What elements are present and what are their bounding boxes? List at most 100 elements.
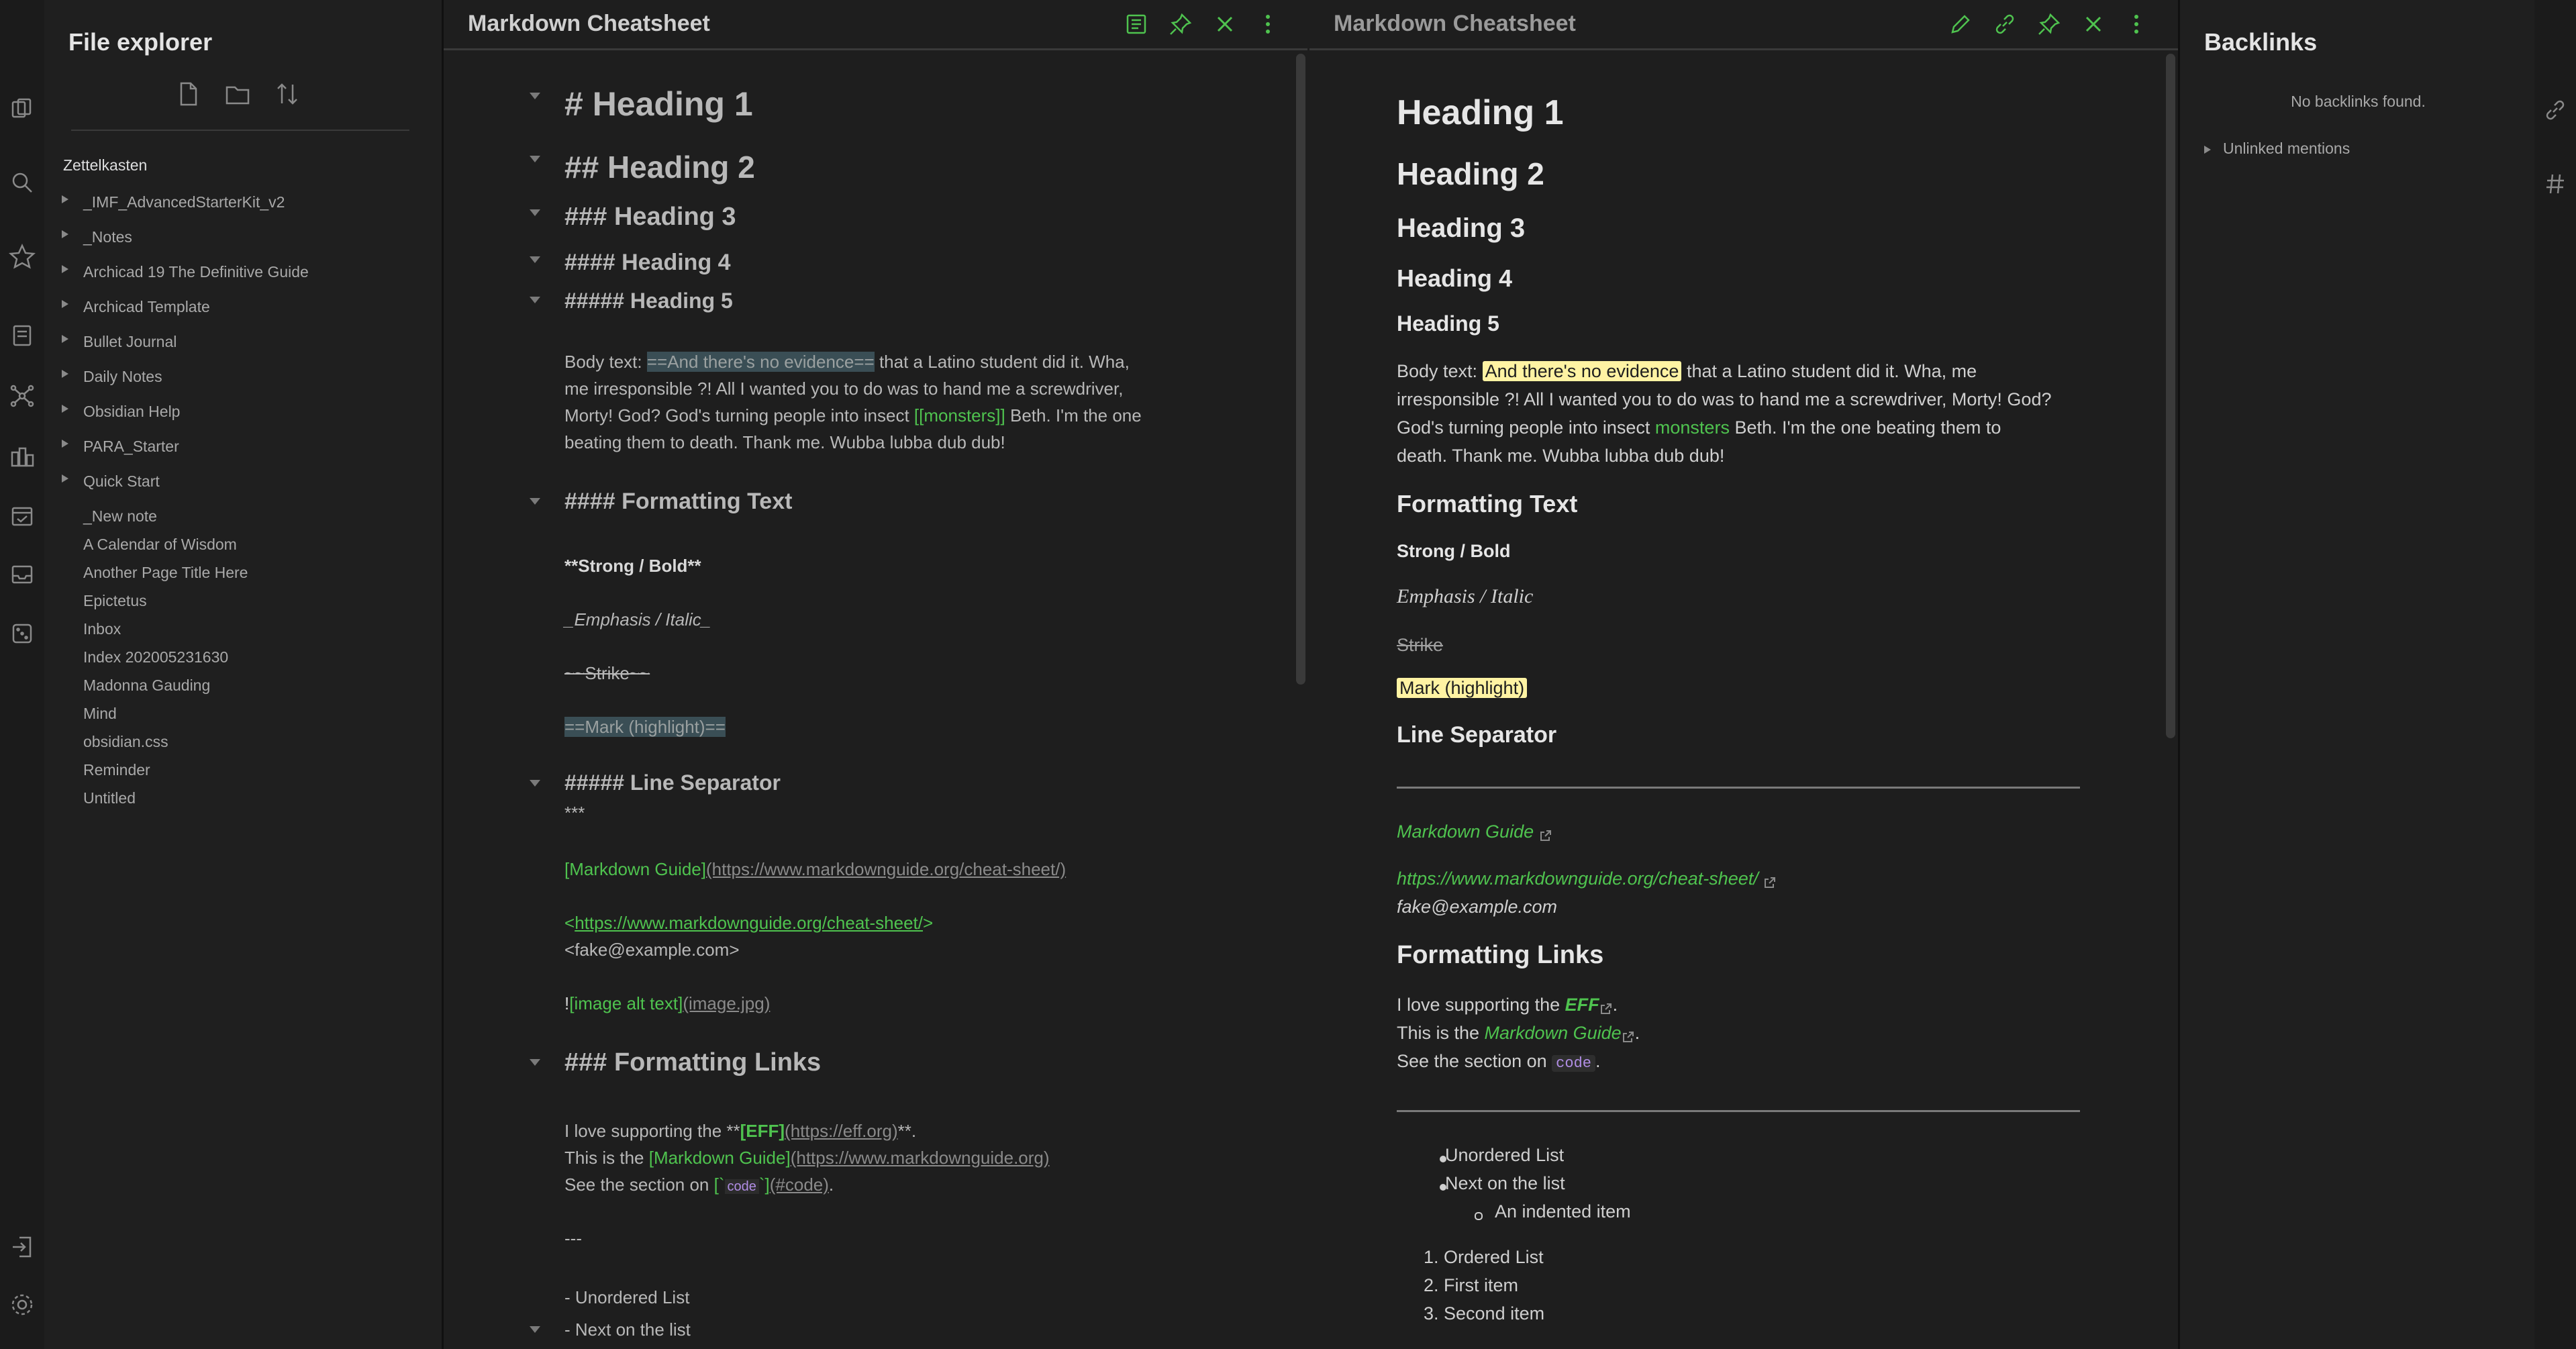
unlinked-mentions-toggle[interactable]: Unlinked mentions xyxy=(2204,140,2350,158)
sort-icon[interactable] xyxy=(273,79,302,109)
file-item[interactable]: Epictetus xyxy=(44,588,420,615)
horizontal-rule xyxy=(1397,787,2080,789)
explorer-divider xyxy=(71,130,409,131)
inbox-icon[interactable] xyxy=(9,561,36,588)
preview-heading-2: Heading 2 xyxy=(1397,156,1544,191)
search-icon[interactable] xyxy=(9,169,36,196)
pin-icon[interactable] xyxy=(2036,11,2063,38)
source-body-line-1: Body text: ==And there's no evidence== t… xyxy=(564,352,1130,372)
fold-arrow-icon[interactable] xyxy=(530,780,540,787)
preview-markdown-link[interactable]: Markdown Guide xyxy=(1397,821,1552,842)
chevron-right-icon xyxy=(2204,145,2211,154)
vault-name[interactable]: Zettelkasten xyxy=(63,156,147,174)
graph-view-icon[interactable] xyxy=(9,383,36,409)
folder-item[interactable]: Archicad 19 The Definitive Guide xyxy=(44,259,420,286)
file-item[interactable]: Another Page Title Here xyxy=(44,560,420,587)
source-strong: **Strong / Bold** xyxy=(564,556,701,576)
file-explorer-panel: File explorer Zettelkasten _IMF_Advanced… xyxy=(44,0,444,1349)
preview-body-line-1: Body text: And there's no evidence that … xyxy=(1397,361,1977,381)
more-options-icon[interactable] xyxy=(2123,11,2150,38)
editor-pane-title: Markdown Cheatsheet xyxy=(468,11,710,36)
source-email[interactable]: <fake@example.com> xyxy=(564,940,740,960)
preview-heading-5: Heading 5 xyxy=(1397,311,1499,336)
editor-header-actions xyxy=(1123,11,1297,38)
chevron-right-icon xyxy=(62,335,68,343)
dice-icon[interactable] xyxy=(9,620,36,647)
settings-gear-icon[interactable] xyxy=(9,1291,36,1318)
preview-love-line: I love supporting the EFF. xyxy=(1397,995,1618,1015)
new-note-icon[interactable] xyxy=(173,79,203,109)
preview-body-line-3: God's turning people into insect monster… xyxy=(1397,417,2001,438)
folder-item[interactable]: Daily Notes xyxy=(44,364,420,391)
reading-view-icon[interactable] xyxy=(1123,11,1150,38)
right-ribbon xyxy=(2534,0,2576,1349)
preview-strike: Strike xyxy=(1397,635,1444,655)
preview-line-separator-heading: Line Separator xyxy=(1397,722,1557,748)
file-item[interactable]: Mind xyxy=(44,701,420,728)
fold-arrow-icon[interactable] xyxy=(530,1326,540,1333)
preview-list-item: Next on the list xyxy=(1445,1173,1565,1193)
kanban-icon[interactable] xyxy=(9,443,36,470)
folder-item[interactable]: Archicad Template xyxy=(44,294,420,321)
folder-item[interactable]: _IMF_AdvancedStarterKit_v2 xyxy=(44,189,420,216)
file-item[interactable]: Reminder xyxy=(44,757,420,784)
file-item[interactable]: Index 202005231630 xyxy=(44,644,420,671)
source-heading-5: ##### Heading 5 xyxy=(564,289,733,313)
file-item[interactable]: Madonna Gauding xyxy=(44,672,420,699)
calendar-icon[interactable] xyxy=(9,502,36,529)
backlinks-panel: Backlinks No backlinks found. Unlinked m… xyxy=(2178,0,2536,1349)
folder-item[interactable]: Obsidian Help xyxy=(44,399,420,426)
fold-arrow-icon[interactable] xyxy=(530,297,540,303)
tags-hash-icon[interactable] xyxy=(2542,170,2569,197)
fold-arrow-icon[interactable] xyxy=(530,93,540,99)
open-quick-switcher-icon[interactable] xyxy=(9,95,36,122)
fold-arrow-icon[interactable] xyxy=(530,209,540,216)
more-options-icon[interactable] xyxy=(1254,11,1281,38)
preview-list-item: Unordered List xyxy=(1445,1145,1565,1165)
edit-pencil-icon[interactable] xyxy=(1947,11,1974,38)
source-formatting-text-heading: #### Formatting Text xyxy=(564,489,793,514)
internal-link[interactable]: monsters xyxy=(1655,417,1730,438)
preview-autolink[interactable]: https://www.markdownguide.org/cheat-shee… xyxy=(1397,868,1777,889)
editor-pane: Markdown Cheatsheet # Heading 1 ## Headi… xyxy=(444,0,1307,1349)
templates-icon[interactable] xyxy=(9,322,36,349)
file-item[interactable]: Untitled xyxy=(44,785,420,812)
file-item[interactable]: _New note xyxy=(44,503,420,530)
source-heading-2: ## Heading 2 xyxy=(564,150,755,185)
fold-arrow-icon[interactable] xyxy=(530,156,540,162)
folder-item[interactable]: Quick Start xyxy=(44,468,420,495)
fold-arrow-icon[interactable] xyxy=(530,498,540,505)
chevron-right-icon xyxy=(62,440,68,448)
file-item[interactable]: obsidian.css xyxy=(44,729,420,756)
pin-icon[interactable] xyxy=(1167,11,1194,38)
new-folder-icon[interactable] xyxy=(223,79,252,109)
file-item[interactable]: Inbox xyxy=(44,616,420,643)
fold-arrow-icon[interactable] xyxy=(530,1059,540,1066)
file-explorer-title: File explorer xyxy=(68,28,213,56)
close-icon[interactable] xyxy=(1211,11,1238,38)
backlinks-link-icon[interactable] xyxy=(2542,97,2569,123)
backlinks-title: Backlinks xyxy=(2204,28,2318,56)
source-list-item: - Next on the list xyxy=(564,1319,691,1340)
source-image: ![image alt text](image.jpg) xyxy=(564,993,771,1013)
preview-formatting-links-heading: Formatting Links xyxy=(1397,941,1604,969)
fold-arrow-icon[interactable] xyxy=(530,256,540,263)
source-line-separator-heading: ##### Line Separator xyxy=(564,770,781,795)
file-item[interactable]: A Calendar of Wisdom xyxy=(44,532,420,558)
preview-ordered-item: 2. First item xyxy=(1424,1275,1519,1295)
internal-link[interactable]: [[monsters]] xyxy=(914,405,1005,426)
link-icon[interactable] xyxy=(1991,11,2018,38)
editor-content[interactable]: # Heading 1 ## Heading 2 ### Heading 3 #… xyxy=(444,48,1307,1349)
source-markdown-link: [Markdown Guide](https://www.markdowngui… xyxy=(564,859,1067,879)
preview-email-link[interactable]: fake@example.com xyxy=(1397,897,1557,917)
open-vault-icon[interactable] xyxy=(9,1234,36,1260)
folder-item[interactable]: _Notes xyxy=(44,224,420,251)
folder-item[interactable]: Bullet Journal xyxy=(44,329,420,356)
folder-item[interactable]: PARA_Starter xyxy=(44,434,420,460)
source-heading-3: ### Heading 3 xyxy=(564,203,736,231)
source-formatting-links-heading: ### Formatting Links xyxy=(564,1048,822,1077)
source-love-line: I love supporting the **[EFF](https://ef… xyxy=(564,1121,917,1141)
preview-formatting-text-heading: Formatting Text xyxy=(1397,490,1578,517)
star-icon[interactable] xyxy=(8,243,36,270)
close-icon[interactable] xyxy=(2080,11,2107,38)
